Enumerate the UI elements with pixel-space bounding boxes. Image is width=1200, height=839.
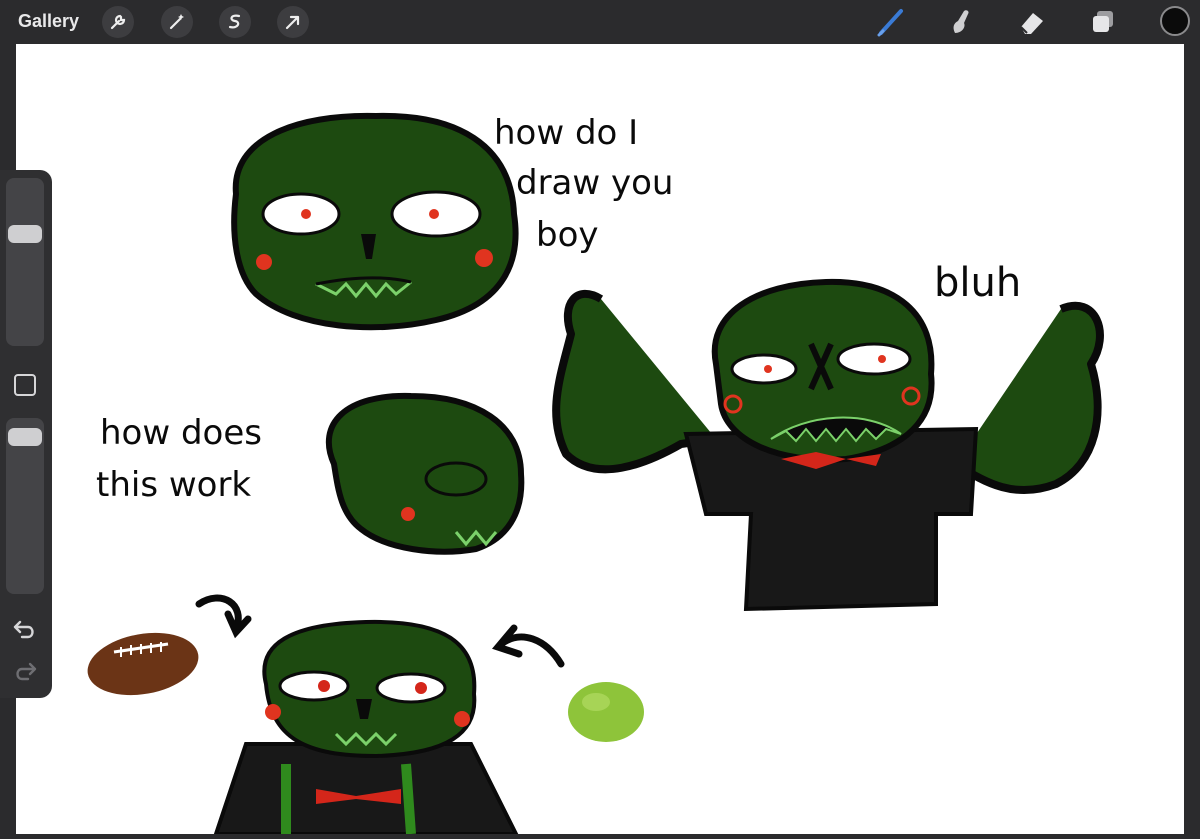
left-sidebar [0, 170, 52, 698]
selection-icon[interactable] [219, 6, 251, 38]
note-line: boy [536, 215, 599, 255]
zombie-head-side [326, 392, 525, 555]
magic-wand-icon[interactable] [161, 6, 193, 38]
color-picker-swatch[interactable] [1160, 6, 1190, 36]
football-image [87, 632, 199, 696]
lime-image [568, 682, 644, 742]
opacity-thumb[interactable] [8, 427, 42, 446]
arrow-left-icon [195, 594, 252, 639]
brush-size-slider[interactable] [6, 178, 44, 346]
drawing-canvas[interactable]: how do I draw you boy bluh how does this… [16, 44, 1184, 836]
top-toolbar: Gallery [0, 0, 1200, 44]
zombie-body-figure [552, 278, 1104, 612]
eraser-icon[interactable] [1015, 6, 1049, 38]
transform-arrow-icon[interactable] [277, 6, 309, 38]
note-line: draw you [516, 163, 673, 203]
canvas-artwork: how do I draw you boy bluh how does this… [87, 112, 1104, 836]
note-line: how does [100, 413, 262, 453]
note-line: this work [96, 465, 251, 505]
wrench-icon[interactable] [102, 6, 134, 38]
note-bluh: bluh [934, 260, 1021, 306]
zombie-head-front [231, 112, 519, 331]
smudge-icon[interactable] [944, 6, 978, 38]
note-line: how do I [494, 113, 638, 153]
redo-icon[interactable] [12, 660, 38, 682]
gallery-button[interactable]: Gallery [18, 11, 79, 32]
arrow-right-icon [492, 624, 565, 668]
brush-icon[interactable] [874, 6, 908, 38]
layers-icon[interactable] [1086, 6, 1120, 38]
brush-size-thumb[interactable] [8, 225, 42, 243]
zombie-bust-bottom [213, 619, 520, 836]
undo-icon[interactable] [12, 618, 38, 640]
modify-square-icon[interactable] [14, 374, 36, 396]
